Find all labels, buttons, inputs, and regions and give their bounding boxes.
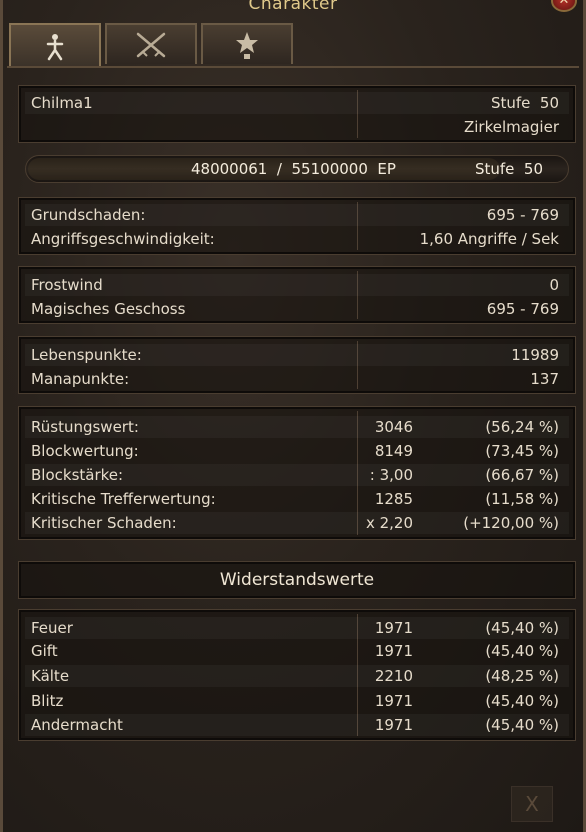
stat-value: 1,60 Angriffe / Sek — [419, 230, 559, 248]
window-title: Charakter — [248, 0, 338, 14]
resistance-percent: (45,40 %) — [485, 692, 559, 710]
crossed-swords-icon — [136, 32, 166, 57]
defense-row: Kritische Trefferwertung: 1285 (11,58 %) — [25, 488, 569, 510]
stat-row: Grundschaden: 695 - 769 — [25, 204, 569, 226]
defense-percent: (11,58 %) — [485, 490, 559, 508]
resistances-title: Widerstandswerte — [219, 570, 375, 590]
stat-label: Angriffsgeschwindigkeit: — [31, 230, 215, 248]
resistance-row: Gift 1971 (45,40 %) — [25, 640, 569, 662]
resistance-percent: (45,40 %) — [485, 716, 559, 734]
character-level: Stufe 50 — [491, 94, 559, 112]
defense-value: : 3,00 — [369, 466, 413, 484]
resistance-row: Feuer 1971 (45,40 %) — [25, 617, 569, 639]
vitals-box: Lebenspunkte: 11989 Manapunkte: 137 — [18, 336, 576, 394]
resistance-label: Andermacht — [31, 716, 123, 734]
skill-label: Magisches Geschoss — [31, 300, 186, 318]
character-window: Charakter ✕ Chilma1 Stufe 50 Zirkelmagie… — [0, 0, 586, 832]
defense-percent: (+120,00 %) — [463, 514, 559, 532]
skill-row: Magisches Geschoss 695 - 769 — [25, 298, 569, 320]
experience-level-value: 50 — [523, 160, 543, 178]
defense-label: Kritische Trefferwertung: — [31, 490, 216, 508]
vital-value: 137 — [530, 370, 559, 388]
vital-value: 11989 — [511, 346, 559, 364]
experience-text: 48000061 / 55100000 EP — [191, 160, 396, 178]
character-class: Zirkelmagier — [463, 118, 559, 136]
tab-honor[interactable] — [201, 23, 293, 64]
defense-box: Rüstungswert: 3046 (56,24 %) Blockwertun… — [18, 406, 576, 540]
stat-row: Angriffsgeschwindigkeit: 1,60 Angriffe /… — [25, 228, 569, 250]
inventory-slot-icon[interactable]: X — [511, 786, 553, 822]
skill-label: Frostwind — [31, 276, 103, 294]
experience-max: 55100000 — [291, 160, 368, 178]
experience-level-label: Stufe — [474, 160, 515, 178]
resistance-label: Feuer — [31, 619, 73, 637]
vital-row: Manapunkte: 137 — [25, 368, 569, 390]
resistance-label: Gift — [31, 642, 58, 660]
defense-value: 8149 — [374, 442, 413, 460]
defense-label: Blockwertung: — [31, 442, 139, 460]
skill-row: Frostwind 0 — [25, 274, 569, 296]
resistance-percent: (45,40 %) — [485, 642, 559, 660]
star-trophy-icon — [236, 31, 258, 59]
resistance-label: Blitz — [31, 692, 64, 710]
resistances-header: Widerstandswerte — [18, 561, 576, 599]
defense-row: Blockwertung: 8149 (73,45 %) — [25, 440, 569, 462]
character-name-row: Chilma1 Stufe 50 — [25, 92, 569, 114]
skills-box: Frostwind 0 Magisches Geschoss 695 - 769 — [18, 266, 576, 324]
defense-percent: (66,67 %) — [485, 466, 559, 484]
resistance-value: 2210 — [374, 667, 413, 685]
resistances-box: Feuer 1971 (45,40 %) Gift 1971 (45,40 %)… — [18, 609, 576, 741]
defense-row: Rüstungswert: 3046 (56,24 %) — [25, 416, 569, 438]
vital-row: Lebenspunkte: 11989 — [25, 344, 569, 366]
defense-row: Kritischer Schaden: x 2,20 (+120,00 %) — [25, 512, 569, 534]
resistance-row: Andermacht 1971 (45,40 %) — [25, 714, 569, 736]
character-name: Chilma1 — [31, 94, 93, 112]
resistance-percent: (45,40 %) — [485, 619, 559, 637]
resistance-value: 1971 — [374, 619, 413, 637]
resistance-value: 1971 — [374, 642, 413, 660]
defense-value: 1285 — [374, 490, 413, 508]
tab-underline — [7, 66, 579, 68]
defense-percent: (56,24 %) — [485, 418, 559, 436]
resistance-row: Kälte 2210 (48,25 %) — [25, 665, 569, 687]
tab-combat[interactable] — [105, 23, 197, 64]
skill-value: 695 - 769 — [486, 300, 559, 318]
level-text: Stufe — [490, 94, 531, 112]
vital-label: Manapunkte: — [31, 370, 130, 388]
vital-label: Lebenspunkte: — [31, 346, 142, 364]
defense-value: 3046 — [374, 418, 413, 436]
resistance-label: Kälte — [31, 667, 70, 685]
resistance-value: 1971 — [374, 692, 413, 710]
experience-unit: EP — [377, 160, 396, 178]
experience-level: Stufe 50 — [475, 160, 543, 178]
resistance-percent: (48,25 %) — [485, 667, 559, 685]
defense-label: Blockstärke: — [31, 466, 124, 484]
base-stats-box: Grundschaden: 695 - 769 Angriffsgeschwin… — [18, 197, 576, 255]
experience-separator: / — [276, 160, 282, 178]
person-icon — [46, 33, 64, 60]
character-class-row: Zirkelmagier — [25, 116, 569, 138]
experience-current: 48000061 — [191, 160, 268, 178]
character-info-box: Chilma1 Stufe 50 Zirkelmagier — [18, 85, 576, 143]
close-icon: ✕ — [558, 0, 570, 8]
stat-label: Grundschaden: — [31, 206, 146, 224]
resistance-row: Blitz 1971 (45,40 %) — [25, 690, 569, 712]
resistance-value: 1971 — [374, 716, 413, 734]
level-value: 50 — [539, 94, 559, 112]
defense-label: Rüstungswert: — [31, 418, 139, 436]
defense-value: x 2,20 — [365, 514, 413, 532]
defense-percent: (73,45 %) — [485, 442, 559, 460]
skill-value: 0 — [549, 276, 559, 294]
defense-row: Blockstärke: : 3,00 (66,67 %) — [25, 464, 569, 486]
defense-label: Kritischer Schaden: — [31, 514, 177, 532]
stat-value: 695 - 769 — [486, 206, 559, 224]
tab-character[interactable] — [9, 23, 101, 68]
